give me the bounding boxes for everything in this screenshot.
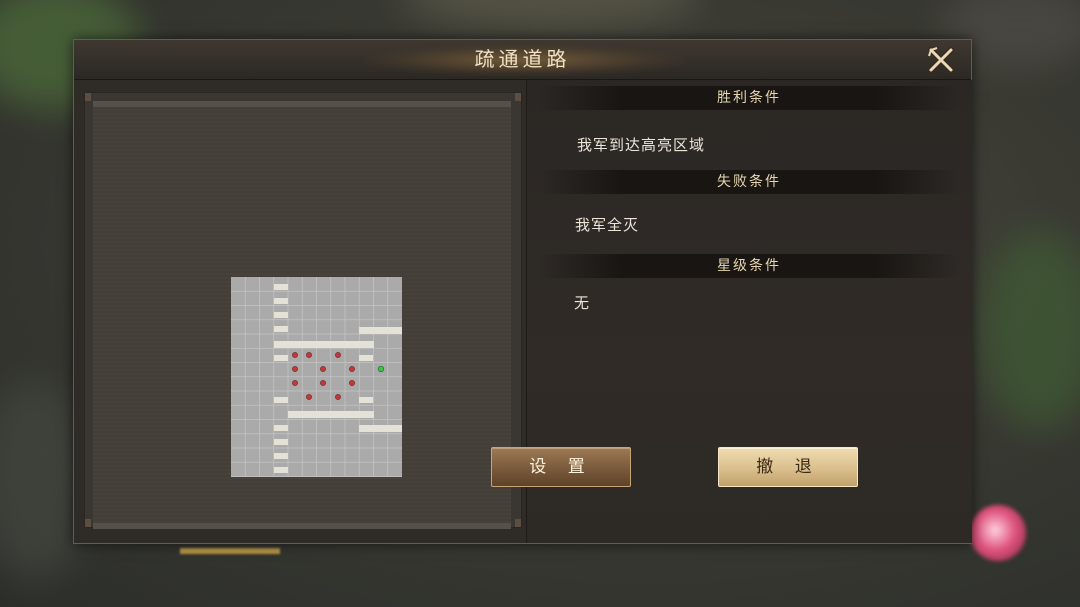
settings-button[interactable]: 设 置 [491, 447, 631, 487]
panel-corner [85, 93, 91, 101]
map-preview-panel [84, 92, 522, 529]
minimap-wall [274, 425, 288, 431]
star-condition-text: 无 [574, 294, 591, 312]
minimap-enemy-unit [292, 352, 298, 358]
victory-condition-text: 我军到达高亮区域 [577, 136, 706, 154]
minimap-wall [274, 326, 288, 332]
minimap-ally-unit [377, 365, 385, 373]
minimap-wall [274, 453, 288, 459]
minimap-wall [359, 355, 373, 361]
star-condition-header: 星级条件 [539, 254, 959, 278]
minimap-enemy-unit [306, 394, 312, 400]
defeat-condition-text: 我军全灭 [575, 216, 640, 234]
battle-minimap [231, 277, 402, 477]
background-scenery [980, 230, 1080, 430]
minimap-wall [274, 467, 288, 473]
minimap-wall [274, 341, 374, 348]
close-button[interactable] [924, 43, 958, 77]
minimap-enemy-unit [349, 366, 355, 372]
dialog-title: 疏通道路 [474, 47, 571, 71]
close-x-icon [928, 47, 954, 73]
minimap-wall [274, 312, 288, 318]
minimap-wall [359, 425, 402, 432]
minimap-enemy-unit [320, 380, 326, 386]
minimap-enemy-unit [335, 394, 341, 400]
dialog-title-bar: 疏通道路 [74, 40, 971, 80]
minimap-wall [288, 411, 374, 418]
minimap-enemy-unit [349, 380, 355, 386]
minimap-wall [274, 397, 288, 403]
panel-corner [515, 93, 521, 101]
map-preview-frame [93, 101, 511, 529]
retreat-button[interactable]: 撤 退 [718, 447, 858, 487]
background-scenery [970, 505, 1026, 561]
minimap-wall [274, 298, 288, 304]
minimap-wall [274, 284, 288, 290]
minimap-wall [274, 439, 288, 445]
minimap-enemy-unit [306, 352, 312, 358]
minimap-enemy-unit [335, 352, 341, 358]
defeat-condition-header: 失败条件 [539, 170, 959, 194]
minimap-wall [274, 355, 288, 361]
minimap-enemy-unit [292, 380, 298, 386]
victory-condition-header: 胜利条件 [539, 86, 959, 110]
panel-corner [515, 519, 521, 527]
background-scenery [400, 0, 700, 30]
background-scenery [180, 548, 280, 554]
minimap-enemy-unit [320, 366, 326, 372]
panel-corner [85, 519, 91, 527]
minimap-enemy-unit [292, 366, 298, 372]
minimap-wall [359, 327, 402, 334]
minimap-wall [359, 397, 373, 403]
